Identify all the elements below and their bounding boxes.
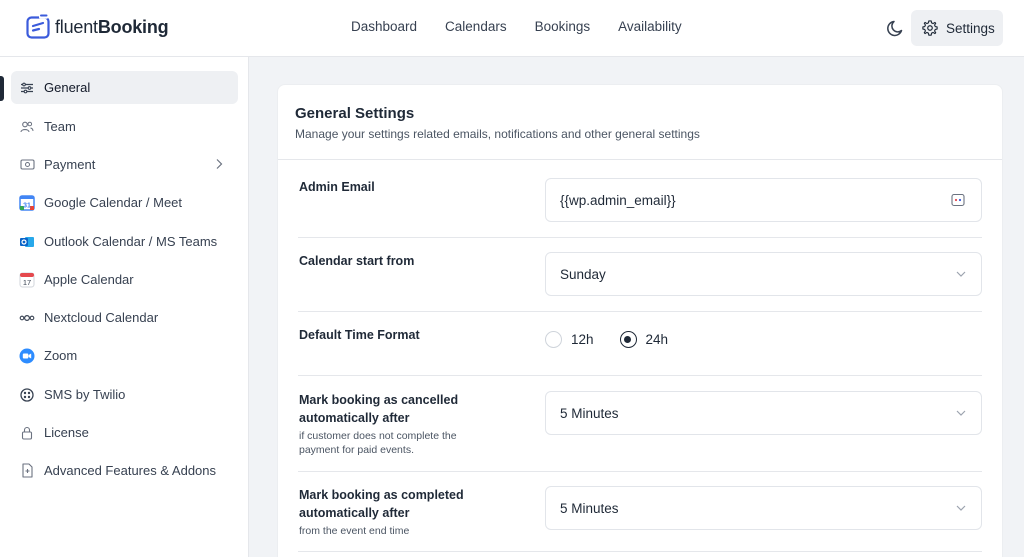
shortcode-picker-icon[interactable] bbox=[951, 193, 965, 207]
row-divider bbox=[298, 311, 982, 312]
auto-cancel-label-line1: Mark booking as cancelled bbox=[299, 393, 459, 407]
settings-button[interactable]: Settings bbox=[911, 10, 1003, 46]
sidebar-item-apple-calendar[interactable]: 17 Apple Calendar bbox=[11, 263, 238, 296]
outlook-icon bbox=[19, 234, 35, 250]
chevron-down-icon bbox=[956, 410, 966, 416]
nextcloud-icon bbox=[19, 310, 35, 326]
payment-icon bbox=[19, 157, 35, 173]
auto-cancel-value: 5 Minutes bbox=[560, 405, 619, 421]
admin-email-label: Admin Email bbox=[299, 180, 375, 194]
admin-email-value: {{wp.admin_email}} bbox=[560, 192, 676, 208]
auto-cancel-help-line1: if customer does not complete the bbox=[299, 430, 457, 442]
auto-complete-label-line1: Mark booking as completed bbox=[299, 488, 464, 502]
radio-24h[interactable]: 24h bbox=[619, 331, 669, 348]
auto-complete-value: 5 Minutes bbox=[560, 500, 619, 516]
sidebar-item-label: General bbox=[44, 80, 91, 95]
radio-label-24h: 24h bbox=[645, 332, 669, 347]
brand-name: fluentBooking bbox=[55, 16, 169, 38]
sidebar-item-outlook[interactable]: Outlook Calendar / MS Teams bbox=[11, 225, 238, 258]
sliders-icon bbox=[19, 80, 35, 96]
auto-complete-label: Mark booking as completed automatically … bbox=[299, 486, 464, 522]
lock-icon bbox=[19, 425, 35, 441]
nav-dashboard[interactable]: Dashboard bbox=[351, 19, 417, 34]
general-settings-card: General Settings Manage your settings re… bbox=[277, 84, 1003, 557]
sidebar-item-addons[interactable]: Advanced Features & Addons bbox=[11, 454, 238, 487]
card-header: General Settings Manage your settings re… bbox=[278, 85, 1002, 160]
auto-cancel-label: Mark booking as cancelled automatically … bbox=[299, 391, 458, 427]
sidebar-item-twilio[interactable]: SMS by Twilio bbox=[11, 378, 238, 411]
auto-cancel-help-line2: payment for paid events. bbox=[299, 444, 414, 456]
addons-icon bbox=[19, 463, 35, 479]
sidebar-item-zoom[interactable]: Zoom bbox=[11, 339, 238, 372]
row-divider bbox=[298, 237, 982, 238]
admin-email-input[interactable]: {{wp.admin_email}} bbox=[545, 178, 982, 222]
sidebar-item-general[interactable]: General bbox=[11, 71, 238, 104]
auto-complete-select[interactable]: 5 Minutes bbox=[545, 486, 982, 530]
sidebar-item-label: Outlook Calendar / MS Teams bbox=[44, 234, 218, 249]
moon-icon[interactable] bbox=[885, 17, 907, 39]
svg-text:31: 31 bbox=[23, 202, 31, 209]
page-subtitle: Manage your settings related emails, not… bbox=[295, 127, 700, 141]
sidebar-item-label: Team bbox=[44, 119, 76, 134]
auto-cancel-select[interactable]: 5 Minutes bbox=[545, 391, 982, 435]
row-divider bbox=[298, 375, 982, 376]
row-divider bbox=[298, 471, 982, 472]
brand-name-light: fluent bbox=[55, 16, 98, 37]
radio-circle-24h[interactable] bbox=[619, 331, 637, 348]
sidebar-item-nextcloud[interactable]: Nextcloud Calendar bbox=[11, 301, 238, 334]
brand-logo-icon bbox=[26, 14, 50, 39]
auto-complete-help: from the event end time bbox=[299, 525, 410, 537]
brand-logo[interactable]: fluentBooking bbox=[26, 14, 169, 40]
sidebar-item-label: Google Calendar / Meet bbox=[44, 195, 183, 210]
svg-text:17: 17 bbox=[23, 278, 31, 287]
apple-calendar-icon: 17 bbox=[19, 272, 35, 288]
auto-cancel-label-line2: automatically after bbox=[299, 411, 410, 425]
nav-bookings[interactable]: Bookings bbox=[535, 19, 591, 34]
top-bar: fluentBooking Dashboard Calendars Bookin… bbox=[0, 0, 1024, 57]
page-title: General Settings bbox=[295, 105, 415, 122]
radio-circle-12h[interactable] bbox=[545, 331, 562, 348]
sidebar-item-label: Apple Calendar bbox=[44, 272, 134, 287]
auto-cancel-help: if customer does not complete the paymen… bbox=[299, 429, 457, 457]
sidebar-item-label: Advanced Features & Addons bbox=[44, 463, 217, 478]
chevron-down-icon bbox=[956, 505, 966, 511]
calendar-start-label: Calendar start from bbox=[299, 254, 415, 268]
settings-sidebar: General Team Payment 31 Google Calendar … bbox=[0, 57, 249, 557]
nav-availability[interactable]: Availability bbox=[618, 19, 682, 34]
sidebar-item-label: Payment bbox=[44, 157, 96, 172]
auto-complete-label-line2: automatically after bbox=[299, 506, 410, 520]
sidebar-item-license[interactable]: License bbox=[11, 416, 238, 449]
settings-label: Settings bbox=[946, 20, 995, 36]
active-indicator bbox=[0, 76, 4, 101]
chevron-down-icon bbox=[956, 271, 966, 277]
sidebar-item-label: License bbox=[44, 425, 89, 440]
row-divider bbox=[298, 551, 982, 552]
sidebar-item-google-calendar[interactable]: 31 Google Calendar / Meet bbox=[11, 186, 238, 219]
calendar-start-value: Sunday bbox=[560, 266, 606, 282]
nav-calendars[interactable]: Calendars bbox=[445, 19, 507, 34]
brand-name-bold: Booking bbox=[97, 16, 169, 37]
time-format-label: Default Time Format bbox=[299, 328, 420, 342]
sidebar-item-team[interactable]: Team bbox=[11, 110, 238, 143]
zoom-icon bbox=[19, 348, 35, 364]
twilio-icon bbox=[19, 387, 35, 403]
sidebar-item-payment[interactable]: Payment bbox=[11, 148, 238, 181]
sidebar-item-label: Zoom bbox=[44, 348, 78, 363]
main-nav: Dashboard Calendars Bookings Availabilit… bbox=[351, 19, 682, 34]
time-format-radio-group: 12h 24h bbox=[545, 331, 668, 348]
gear-icon bbox=[922, 20, 938, 36]
google-calendar-icon: 31 bbox=[19, 194, 35, 211]
sidebar-item-label: Nextcloud Calendar bbox=[44, 310, 159, 325]
sidebar-item-label: SMS by Twilio bbox=[44, 387, 126, 402]
users-icon bbox=[19, 119, 35, 135]
chevron-right-icon bbox=[216, 159, 223, 169]
radio-12h[interactable]: 12h bbox=[545, 331, 594, 348]
radio-label-12h: 12h bbox=[571, 332, 594, 347]
calendar-start-select[interactable]: Sunday bbox=[545, 252, 982, 296]
